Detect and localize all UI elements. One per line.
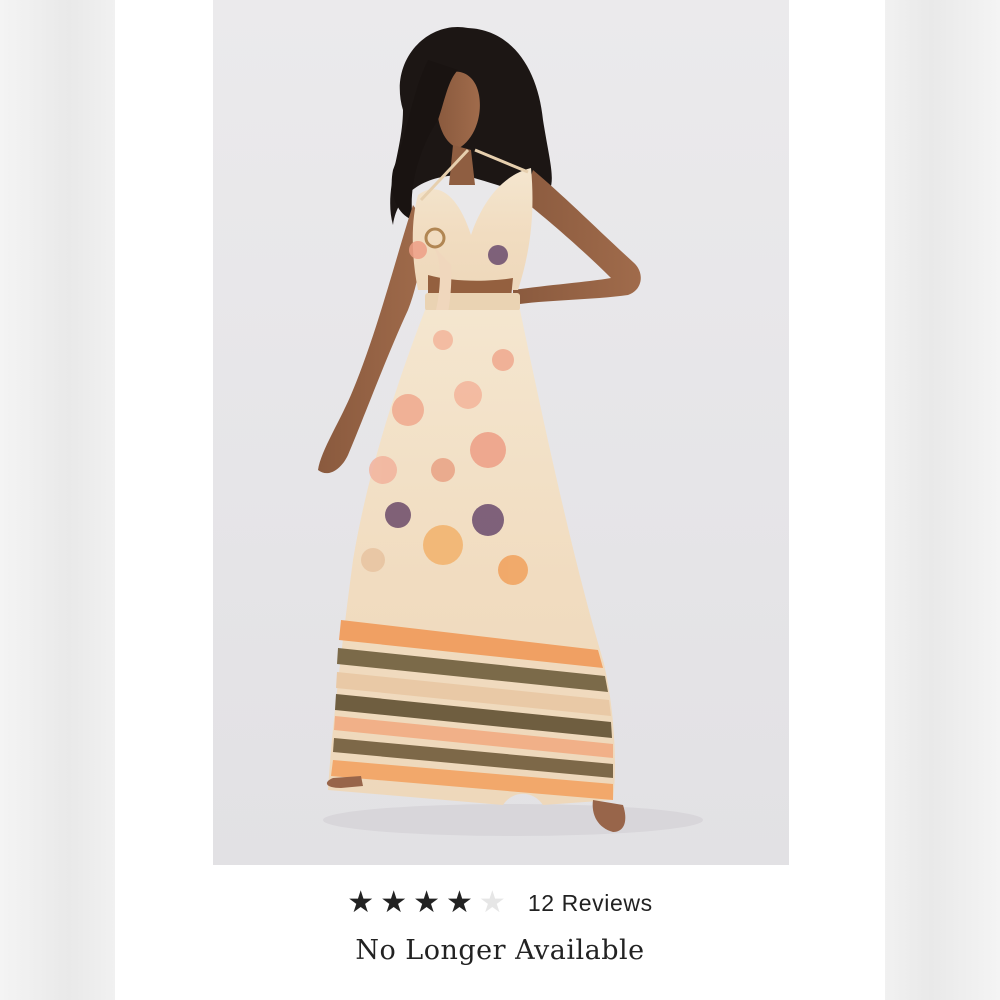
star-icon: ★ xyxy=(380,886,408,919)
star-icon: ★ xyxy=(478,886,506,919)
star-icon: ★ xyxy=(347,886,375,919)
right-margin xyxy=(885,0,1000,1000)
rating-row[interactable]: ★ ★ ★ ★ ★ 12 Reviews xyxy=(115,880,885,926)
star-icon: ★ xyxy=(413,886,440,919)
availability-status: No Longer Available xyxy=(355,935,645,966)
star-rating: ★ ★ ★ ★ ★ xyxy=(347,888,506,918)
left-margin xyxy=(0,0,115,1000)
model-in-jumpsuit-illustration xyxy=(318,26,703,836)
review-count-link[interactable]: 12 Reviews xyxy=(528,890,653,917)
star-icon: ★ xyxy=(446,886,473,919)
product-photo[interactable]: 2202 xyxy=(213,0,789,865)
listing-card: 2202 ★ ★ ★ ★ ★ 12 Reviews No Longer Avai… xyxy=(115,0,885,1000)
